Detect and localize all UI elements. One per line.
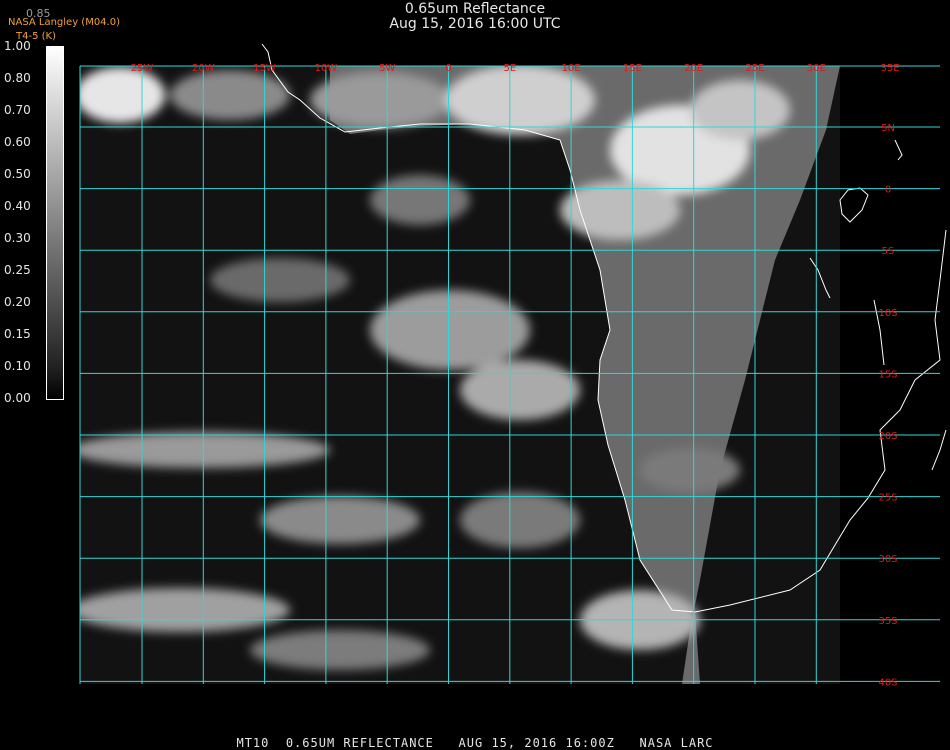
colorbar-tick-label: 0.15 <box>4 327 31 341</box>
colorbar-tick-label: 0.70 <box>4 103 31 117</box>
satellite-image <box>80 66 840 684</box>
longitude-label: 5E <box>503 63 516 74</box>
satellite-map: 25W 20W 15W 10W 5W 0 5E 10E 15E 20E 25E 30E 35E 5N05… <box>79 43 947 688</box>
colorbar-labels: 1.00 0.80 0.70 0.60 0.50 0.40 0.30 0.25 0.20 0.15… <box>0 0 46 420</box>
latitude-label: 15S <box>878 369 897 380</box>
madagascar <box>931 429 947 471</box>
colorbar-tick-label: 0.20 <box>4 295 31 309</box>
africa-east-coast <box>867 229 947 499</box>
colorbar-tick-label: 0.50 <box>4 167 31 181</box>
longitude-label: 35E <box>880 63 899 74</box>
colorbar-tick-label: 0.60 <box>4 135 31 149</box>
latitude-label: 5S <box>882 246 895 257</box>
colorbar-tick-label: 0.80 <box>4 71 31 85</box>
colorbar-tick-label: 0.00 <box>4 391 31 405</box>
colorbar-tick-label: 0.30 <box>4 231 31 245</box>
latitude-labels: 5N 0 5S 10S 15S 20S 25S 30S 35S 40S <box>878 123 897 688</box>
lake-chad <box>894 139 903 161</box>
longitude-label: 20E <box>684 63 703 74</box>
longitude-label: 15E <box>623 63 642 74</box>
map-title: 0.65um Reflectance <box>404 1 546 17</box>
longitude-label: 30E <box>807 63 826 74</box>
latitude-label: 20S <box>878 431 897 442</box>
longitude-label: 5W <box>379 63 395 74</box>
latitude-label: 35S <box>878 616 897 627</box>
lake-victoria <box>839 187 869 223</box>
latitude-label: 10S <box>878 308 897 319</box>
colorbar-tick-label: 0.10 <box>4 359 31 373</box>
longitude-label: 10E <box>562 63 581 74</box>
longitude-label: 25E <box>745 63 764 74</box>
latitude-label: 40S <box>878 677 897 688</box>
colorbar <box>46 46 64 400</box>
longitude-label: 25W <box>131 63 154 74</box>
latitude-label: 5N <box>881 123 895 134</box>
colorbar-tick-label: 1.00 <box>4 39 31 53</box>
colorbar-tick-label: 0.40 <box>4 199 31 213</box>
colorbar-tick-label: 0.25 <box>4 263 31 277</box>
longitude-label: 0 <box>445 63 451 74</box>
longitude-label: 20W <box>192 63 215 74</box>
map-datetime: Aug 15, 2016 16:00 UTC <box>389 16 561 32</box>
latitude-label: 30S <box>878 554 897 565</box>
longitude-label: 10W <box>315 63 338 74</box>
latitude-label: 25S <box>878 493 897 504</box>
latitude-label: 0 <box>885 185 891 196</box>
footer-caption: MT10 0.65UM REFLECTANCE AUG 15, 2016 16:… <box>236 736 714 750</box>
longitude-label: 15W <box>253 63 276 74</box>
